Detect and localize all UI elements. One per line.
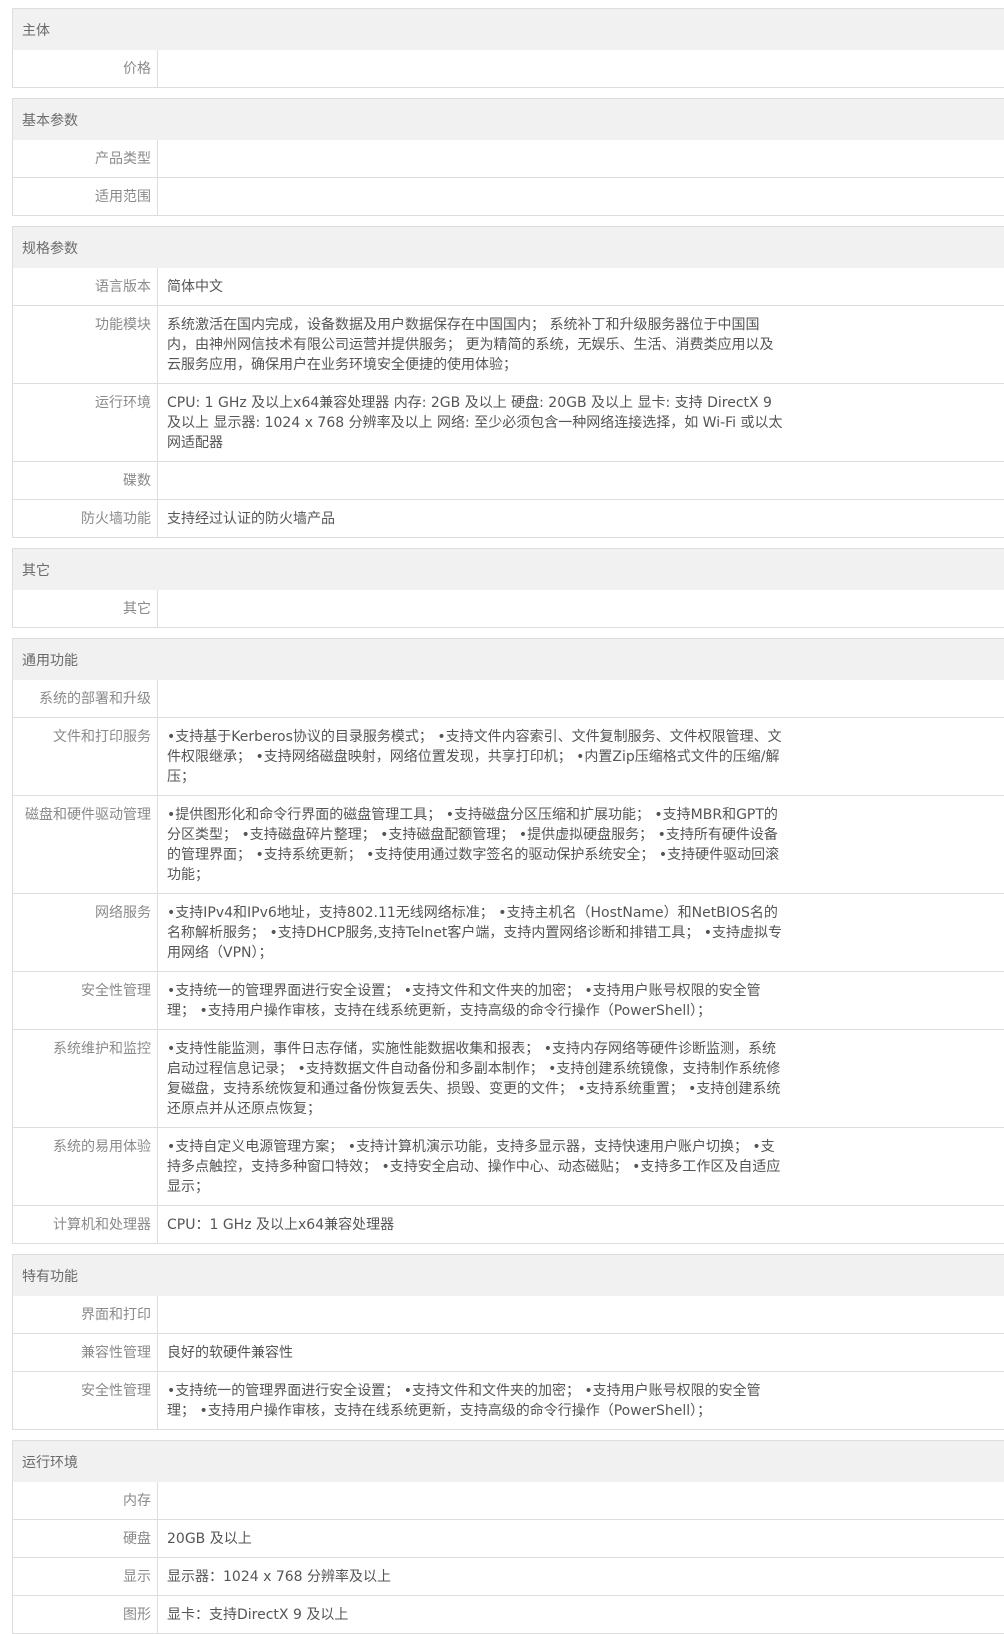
spec-value: 显示器：1024 x 768 分辨率及以上 <box>167 1569 391 1585</box>
spec-value <box>158 590 784 627</box>
spec-row: 其它 <box>13 590 1004 627</box>
spec-value: CPU: 1 GHz 及以上x64兼容处理器 内存: 2GB 及以上 硬盘: 2… <box>167 395 783 451</box>
spec-row: 功能模块 系统激活在国内完成，设备数据及用户数据保存在中国国内； 系统补丁和升级服… <box>13 305 1004 383</box>
spec-row: 文件和打印服务 •支持基于Kerberos协议的目录服务模式； •支持文件内容索引… <box>13 717 1004 795</box>
spec-value: 支持经过认证的防火墙产品 <box>167 511 335 527</box>
spec-row: 碟数 <box>13 461 1004 499</box>
spec-row: 显示 显示器：1024 x 768 分辨率及以上 <box>13 1557 1004 1595</box>
spec-label: 显示 <box>13 1558 158 1595</box>
spec-value: 显卡：支持DirectX 9 及以上 <box>167 1607 349 1623</box>
spec-label: 内存 <box>13 1482 158 1519</box>
spec-row: 防火墙功能 支持经过认证的防火墙产品 <box>13 499 1004 537</box>
spec-label: 系统维护和监控 <box>13 1030 158 1127</box>
spec-label: 功能模块 <box>13 306 158 383</box>
spec-value: 简体中文 <box>167 279 223 295</box>
spec-value: •支持IPv4和IPv6地址，支持802.11无线网络标准； •支持主机名（Ho… <box>167 905 783 961</box>
spec-row: 适用范围 <box>13 177 1004 215</box>
section-title: 运行环境 <box>13 1441 1004 1482</box>
spec-value: CPU：1 GHz 及以上x64兼容处理器 <box>167 1217 395 1233</box>
spec-section: 其它 其它 <box>12 548 1004 628</box>
spec-value <box>158 1296 784 1333</box>
spec-row: 硬盘 20GB 及以上 <box>13 1519 1004 1557</box>
spec-label: 语言版本 <box>13 268 158 305</box>
spec-label: 文件和打印服务 <box>13 718 158 795</box>
section-title: 特有功能 <box>13 1255 1004 1296</box>
spec-row: 语言版本 简体中文 <box>13 268 1004 305</box>
spec-label: 防火墙功能 <box>13 500 158 537</box>
spec-row: 兼容性管理 良好的软硬件兼容性 <box>13 1333 1004 1371</box>
spec-value <box>158 1482 784 1519</box>
spec-label: 碟数 <box>13 462 158 499</box>
spec-label: 界面和打印 <box>13 1296 158 1333</box>
spec-row: 安全性管理 •支持统一的管理界面进行安全设置； •支持文件和文件夹的加密； •支持… <box>13 971 1004 1029</box>
spec-value: 系统激活在国内完成，设备数据及用户数据保存在中国国内； 系统补丁和升级服务器位于… <box>167 317 774 373</box>
spec-row: 界面和打印 <box>13 1296 1004 1333</box>
spec-label: 计算机和处理器 <box>13 1206 158 1243</box>
spec-label: 硬盘 <box>13 1520 158 1557</box>
spec-label: 安全性管理 <box>13 1372 158 1429</box>
spec-label: 图形 <box>13 1596 158 1633</box>
spec-row: 系统的易用体验 •支持自定义电源管理方案； •支持计算机演示功能，支持多显示器，支… <box>13 1127 1004 1205</box>
spec-table: 主体 价格 基本参数 产品类型 适用范围 规格参数 语言版本 简体中文 功能模块 系统激活在国内完… <box>0 0 1004 1634</box>
spec-section: 特有功能 界面和打印 兼容性管理 良好的软硬件兼容性 安全性管理 •支持统一的管理界面进行… <box>12 1254 1004 1430</box>
spec-label: 网络服务 <box>13 894 158 971</box>
spec-section: 通用功能 系统的部署和升级 文件和打印服务 •支持基于Kerberos协议的目录服务模… <box>12 638 1004 1244</box>
spec-value <box>158 462 784 499</box>
spec-label: 兼容性管理 <box>13 1334 158 1371</box>
spec-label: 系统的部署和升级 <box>13 680 158 717</box>
spec-value <box>158 140 784 177</box>
spec-value: 20GB 及以上 <box>167 1531 252 1547</box>
spec-value <box>158 50 784 87</box>
spec-value: 良好的软硬件兼容性 <box>167 1345 293 1361</box>
section-title: 规格参数 <box>13 227 1004 268</box>
spec-value: •支持性能监测，事件日志存储，实施性能数据收集和报表； •支持内存网络等硬件诊断… <box>167 1041 781 1117</box>
spec-label: 适用范围 <box>13 178 158 215</box>
spec-row: 计算机和处理器 CPU：1 GHz 及以上x64兼容处理器 <box>13 1205 1004 1243</box>
spec-label: 其它 <box>13 590 158 627</box>
spec-section: 运行环境 内存 硬盘 20GB 及以上 显示 显示器：1024 x 768 分辨率及以上图… <box>12 1440 1004 1634</box>
spec-row: 网络服务 •支持IPv4和IPv6地址，支持802.11无线网络标准； •支持主机… <box>13 893 1004 971</box>
spec-value <box>158 178 784 215</box>
spec-value: •提供图形化和命令行界面的磁盘管理工具； •支持磁盘分区压缩和扩展功能； •支持… <box>167 807 780 883</box>
section-title: 基本参数 <box>13 99 1004 140</box>
spec-row: 运行环境 CPU: 1 GHz 及以上x64兼容处理器 内存: 2GB 及以上 硬… <box>13 383 1004 461</box>
spec-section: 规格参数 语言版本 简体中文 功能模块 系统激活在国内完成，设备数据及用户数据保存在中国… <box>12 226 1004 538</box>
spec-row: 系统的部署和升级 <box>13 680 1004 717</box>
spec-value: •支持基于Kerberos协议的目录服务模式； •支持文件内容索引、文件复制服务… <box>167 729 782 785</box>
spec-label: 产品类型 <box>13 140 158 177</box>
spec-row: 价格 <box>13 50 1004 87</box>
spec-row: 系统维护和监控 •支持性能监测，事件日志存储，实施性能数据收集和报表； •支持内存… <box>13 1029 1004 1127</box>
spec-value: •支持统一的管理界面进行安全设置； •支持文件和文件夹的加密； •支持用户账号权… <box>167 1383 761 1419</box>
spec-row: 安全性管理 •支持统一的管理界面进行安全设置； •支持文件和文件夹的加密； •支持… <box>13 1371 1004 1429</box>
spec-section: 主体 价格 <box>12 8 1004 88</box>
spec-value: •支持自定义电源管理方案； •支持计算机演示功能，支持多显示器，支持快速用户账户… <box>167 1139 781 1195</box>
spec-label: 系统的易用体验 <box>13 1128 158 1205</box>
spec-label: 安全性管理 <box>13 972 158 1029</box>
spec-label: 磁盘和硬件驱动管理 <box>13 796 158 893</box>
spec-label: 价格 <box>13 50 158 87</box>
spec-row: 磁盘和硬件驱动管理 •提供图形化和命令行界面的磁盘管理工具； •支持磁盘分区压缩和… <box>13 795 1004 893</box>
spec-label: 运行环境 <box>13 384 158 461</box>
section-title: 主体 <box>13 9 1004 50</box>
spec-row: 内存 <box>13 1482 1004 1519</box>
spec-row: 图形 显卡：支持DirectX 9 及以上 <box>13 1595 1004 1633</box>
spec-value <box>158 680 784 717</box>
section-title: 其它 <box>13 549 1004 590</box>
section-title: 通用功能 <box>13 639 1004 680</box>
spec-row: 产品类型 <box>13 140 1004 177</box>
spec-section: 基本参数 产品类型 适用范围 <box>12 98 1004 216</box>
spec-value: •支持统一的管理界面进行安全设置； •支持文件和文件夹的加密； •支持用户账号权… <box>167 983 761 1019</box>
